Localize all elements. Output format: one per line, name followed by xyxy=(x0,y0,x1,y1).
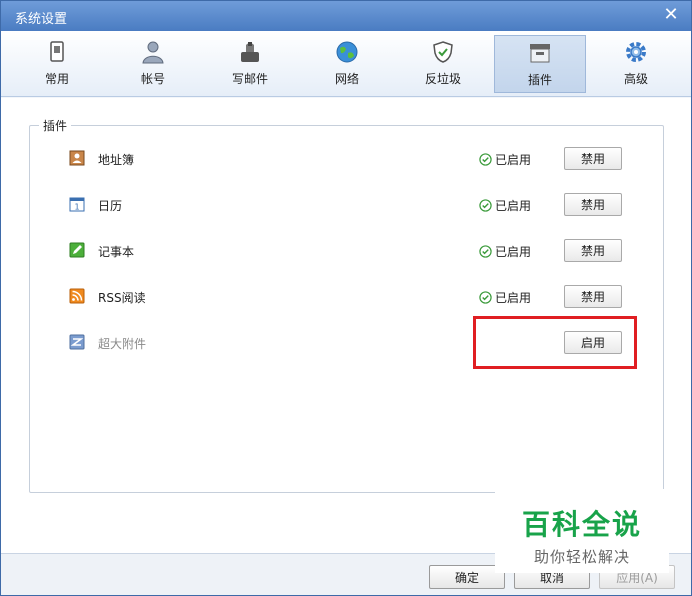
check-circle-icon xyxy=(479,153,492,166)
plugin-row-rss: RSS阅读 已启用 禁用 xyxy=(69,284,629,310)
close-icon[interactable]: ✕ xyxy=(661,5,681,25)
tab-general[interactable]: 常用 xyxy=(11,35,103,93)
plugin-row-addressbook: 地址簿 已启用 禁用 xyxy=(69,146,629,172)
title-bar: 系统设置 ✕ xyxy=(1,1,691,31)
tab-account[interactable]: 帐号 xyxy=(107,35,199,93)
disable-button[interactable]: 禁用 xyxy=(564,285,622,308)
tab-label: 帐号 xyxy=(140,72,165,86)
plugin-row-calendar: 1 日历 已启用 禁用 xyxy=(69,192,629,218)
tab-label: 高级 xyxy=(623,72,648,86)
tab-label: 网络 xyxy=(334,72,359,86)
dialog-title: 系统设置 xyxy=(15,12,68,27)
plugin-name: 地址簿 xyxy=(98,153,135,167)
tab-network[interactable]: 网络 xyxy=(301,35,393,93)
status-text: 已启用 xyxy=(495,199,532,213)
settings-dialog: 系统设置 ✕ 常用 帐号 写邮件 网络 反垃圾 插件 高级 插件 地址簿 已启用… xyxy=(0,0,692,596)
settings-toolbar: 常用 帐号 写邮件 网络 反垃圾 插件 高级 xyxy=(1,31,691,97)
watermark-title: 百科全说 xyxy=(521,508,642,541)
check-circle-icon xyxy=(479,245,492,258)
tab-plugins[interactable]: 插件 xyxy=(494,35,586,93)
advanced-gear-icon xyxy=(626,42,646,62)
rss-icon xyxy=(69,288,85,304)
tab-label: 插件 xyxy=(527,73,552,87)
plugin-status: 已启用 xyxy=(479,151,531,168)
large-attachment-icon xyxy=(69,334,85,350)
check-circle-icon xyxy=(479,199,492,212)
watermark-slogan: 助你轻松解决 xyxy=(533,548,630,566)
plugin-icon xyxy=(530,44,550,63)
plugin-status: 已启用 xyxy=(479,197,531,214)
svg-text:1: 1 xyxy=(74,203,79,212)
status-text: 已启用 xyxy=(495,291,532,305)
plugin-status: 已启用 xyxy=(479,243,531,260)
watermark-logo: 百科全说 助你轻松解决 xyxy=(495,489,669,573)
disable-button[interactable]: 禁用 xyxy=(564,147,622,170)
disable-button[interactable]: 禁用 xyxy=(564,193,622,216)
compose-icon xyxy=(241,42,259,62)
network-icon xyxy=(336,41,358,63)
ok-button[interactable]: 确定 xyxy=(429,565,505,589)
plugin-name: 记事本 xyxy=(98,245,135,259)
tab-compose[interactable]: 写邮件 xyxy=(204,35,296,93)
status-text: 已启用 xyxy=(495,153,532,167)
disable-button[interactable]: 禁用 xyxy=(564,239,622,262)
highlight-box xyxy=(473,316,637,369)
plugin-name: 超大附件 xyxy=(98,337,147,351)
tab-antispam[interactable]: 反垃圾 xyxy=(397,35,489,93)
tab-advanced[interactable]: 高级 xyxy=(590,35,682,93)
plugin-row-notepad: 记事本 已启用 禁用 xyxy=(69,238,629,264)
plugin-name: 日历 xyxy=(98,199,123,213)
tab-label: 常用 xyxy=(44,72,69,86)
addressbook-icon xyxy=(69,150,85,166)
antispam-shield-icon xyxy=(433,41,453,63)
plugin-status: 已启用 xyxy=(479,289,531,306)
plugins-group-title: 插件 xyxy=(39,117,72,134)
calendar-icon: 1 xyxy=(69,197,85,212)
account-icon xyxy=(142,41,164,64)
plugin-name: RSS阅读 xyxy=(98,291,146,305)
general-icon xyxy=(50,41,64,62)
status-text: 已启用 xyxy=(495,245,532,259)
tab-label: 写邮件 xyxy=(231,72,268,86)
check-circle-icon xyxy=(479,291,492,304)
notepad-icon xyxy=(69,242,85,258)
tab-label: 反垃圾 xyxy=(424,72,461,86)
